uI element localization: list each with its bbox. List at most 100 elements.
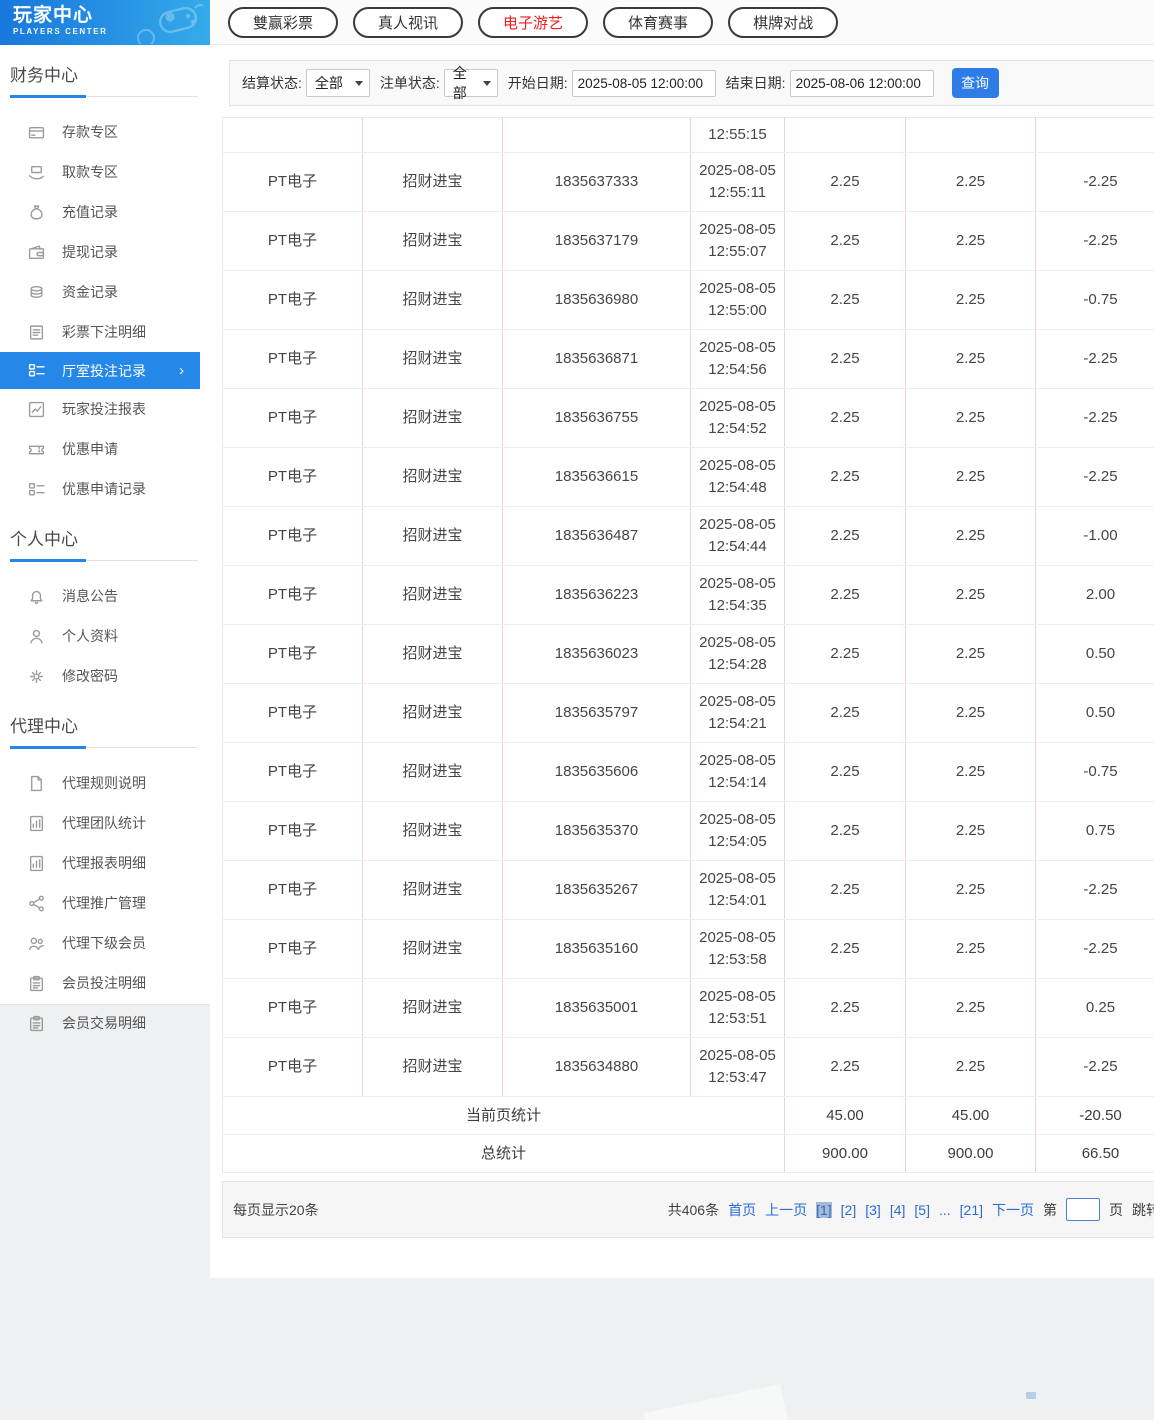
cell-platform: PT电子 — [222, 506, 363, 566]
cell-order-no: 1835636023 — [502, 624, 691, 684]
clipboard-icon — [28, 1015, 45, 1032]
cell-order-no: 1835636615 — [502, 447, 691, 507]
cell-valid-bet: 2.25 — [905, 388, 1036, 448]
cell-bet-amount: 2.25 — [784, 978, 906, 1038]
cell-order-no: 1835635606 — [502, 742, 691, 802]
summary-row: 总统计 900.00 900.00 66.50 — [222, 1134, 1154, 1173]
sidebar-item[interactable]: 优惠申请 — [0, 429, 210, 469]
sidebar-item[interactable]: 个人资料 — [0, 616, 210, 656]
settle-status-select[interactable]: 全部 — [305, 69, 370, 97]
page-link[interactable]: [2] — [841, 1202, 857, 1218]
page-link[interactable]: [21] — [960, 1202, 983, 1218]
cell-game-name: 招财进宝 — [362, 742, 503, 802]
cell-game-name: 招财进宝 — [362, 978, 503, 1038]
sidebar-item[interactable]: 代理团队统计 — [0, 803, 210, 843]
sidebar-item-label: 消息公告 — [62, 588, 118, 604]
cell-win-loss: -0.75 — [1035, 742, 1154, 802]
sidebar-item[interactable]: 会员投注明细 — [0, 963, 210, 1003]
cell-game-name: 招财进宝 — [362, 801, 503, 861]
cell-empty — [1035, 117, 1154, 153]
sidebar-item[interactable]: 取款专区 — [0, 152, 210, 192]
cell-bet-amount: 2.25 — [784, 742, 906, 802]
sidebar-item[interactable]: 修改密码 — [0, 656, 210, 696]
cell-datetime: 2025-08-05 12:54:35 — [690, 565, 785, 625]
start-date-input[interactable] — [571, 69, 716, 97]
cell-platform: PT电子 — [222, 860, 363, 920]
page-link[interactable]: [5] — [914, 1202, 930, 1218]
total-count-text: 共406条 — [667, 1201, 720, 1218]
first-page-link[interactable]: 首页 — [728, 1200, 756, 1220]
cell-datetime: 2025-08-05 12:53:58 — [690, 919, 785, 979]
tab-item[interactable]: 棋牌对战 — [728, 6, 839, 38]
sidebar-item[interactable]: 代理下级会员 — [0, 923, 210, 963]
summary-valid-bet: 900.00 — [905, 1134, 1036, 1173]
tab-item[interactable]: 真人视讯 — [353, 6, 464, 38]
table-row: PT电子 招财进宝 1835636755 2025-08-05 12:54:52 2.25… — [222, 388, 1154, 448]
sidebar-item-label: 优惠申请 — [62, 441, 118, 457]
cell-win-loss: -2.25 — [1035, 152, 1154, 212]
sidebar-item[interactable]: 代理推广管理 — [0, 883, 210, 923]
end-date-input[interactable] — [789, 69, 934, 97]
cell-datetime: 2025-08-05 12:54:01 — [690, 860, 785, 920]
table-row: PT电子 招财进宝 1835636871 2025-08-05 12:54:56 2.25… — [222, 329, 1154, 389]
cell-order-no: 1835635001 — [502, 978, 691, 1038]
cell-win-loss: 0.50 — [1035, 683, 1154, 743]
share-icon — [28, 895, 45, 912]
cell-win-loss: -2.25 — [1035, 919, 1154, 979]
page-link[interactable]: [3] — [865, 1202, 881, 1218]
floating-widget-icon[interactable] — [1026, 1392, 1036, 1399]
sidebar-item-label: 取款专区 — [62, 164, 118, 180]
gamepad-icon — [137, 4, 204, 44]
sidebar-item[interactable]: 存款专区 — [0, 112, 210, 152]
cell-win-loss: -2.25 — [1035, 1037, 1154, 1097]
sidebar-item[interactable]: 代理报表明细 — [0, 843, 210, 883]
summary-win-loss: -20.50 — [1035, 1096, 1154, 1135]
sidebar-item[interactable]: 消息公告 — [0, 576, 210, 616]
cell-game-name: 招财进宝 — [362, 447, 503, 507]
sidebar-item[interactable]: 充值记录 — [0, 192, 210, 232]
cell-game-name: 招财进宝 — [362, 329, 503, 389]
pagination-bar: 每页显示20条 共406条 首页 上一页 [1] [2] [3] [4] [5]...[… — [222, 1181, 1154, 1238]
tab-item[interactable]: 体育赛事 — [603, 6, 714, 38]
prev-page-link[interactable]: 上一页 — [765, 1200, 807, 1220]
summary-row: 当前页统计 45.00 45.00 -20.50 — [222, 1096, 1154, 1135]
sidebar-item[interactable]: 优惠申请记录 — [0, 469, 210, 509]
sidebar-item[interactable]: 彩票下注明细 — [0, 312, 210, 352]
withdraw-hand-icon — [28, 164, 45, 181]
pager: 共406条 首页 上一页 [1] [2] [3] [4] [5]... [21] 下一页 … — [668, 1198, 1154, 1221]
jump-page-input[interactable] — [1066, 1198, 1100, 1221]
cell-valid-bet: 2.25 — [905, 211, 1036, 271]
table-row-partial: 12:55:15 — [222, 117, 1154, 153]
cell-win-loss: -1.00 — [1035, 506, 1154, 566]
sidebar-item[interactable]: 玩家投注报表 — [0, 389, 210, 429]
page-link[interactable]: [4] — [890, 1202, 906, 1218]
cell-platform: PT电子 — [222, 211, 363, 271]
sidebar-item[interactable]: 会员交易明细 — [0, 1003, 210, 1043]
table-row: PT电子 招财进宝 1835635370 2025-08-05 12:54:05 2.25… — [222, 801, 1154, 861]
cell-valid-bet: 2.25 — [905, 506, 1036, 566]
table-row: PT电子 招财进宝 1835635606 2025-08-05 12:54:14 2.25… — [222, 742, 1154, 802]
cell-order-no: 1835636871 — [502, 329, 691, 389]
order-status-select[interactable]: 全部 — [443, 65, 498, 101]
sidebar: 玩家中心 PLAYERS CENTER 财务中心 存款专区 取款专区 充值记录 提现记录… — [0, 0, 210, 1031]
page-link-current[interactable]: [1] — [816, 1201, 832, 1218]
next-page-link[interactable]: 下一页 — [992, 1200, 1034, 1220]
sidebar-item[interactable]: 代理规则说明 — [0, 763, 210, 803]
cell-valid-bet: 2.25 — [905, 329, 1036, 389]
sidebar-item[interactable]: 资金记录 — [0, 272, 210, 312]
cell-bet-amount: 2.25 — [784, 624, 906, 684]
cell-valid-bet: 2.25 — [905, 565, 1036, 625]
jump-go-label[interactable]: 跳转 — [1132, 1200, 1154, 1220]
cell-win-loss: 2.00 — [1035, 565, 1154, 625]
sidebar-item[interactable]: 厅室投注记录 › — [0, 352, 200, 389]
sidebar-item[interactable]: 提现记录 — [0, 232, 210, 272]
cell-order-no: 1835636980 — [502, 270, 691, 330]
section-divider — [0, 559, 210, 562]
org-list-icon — [28, 481, 45, 498]
query-button[interactable]: 查询 — [951, 68, 999, 98]
bell-icon — [28, 588, 45, 605]
cell-win-loss: -2.25 — [1035, 329, 1154, 389]
sidebar-item-label: 玩家投注报表 — [62, 401, 146, 417]
tab-active[interactable]: 电子游艺 — [478, 6, 589, 38]
tab-item[interactable]: 雙赢彩票 — [228, 6, 339, 38]
